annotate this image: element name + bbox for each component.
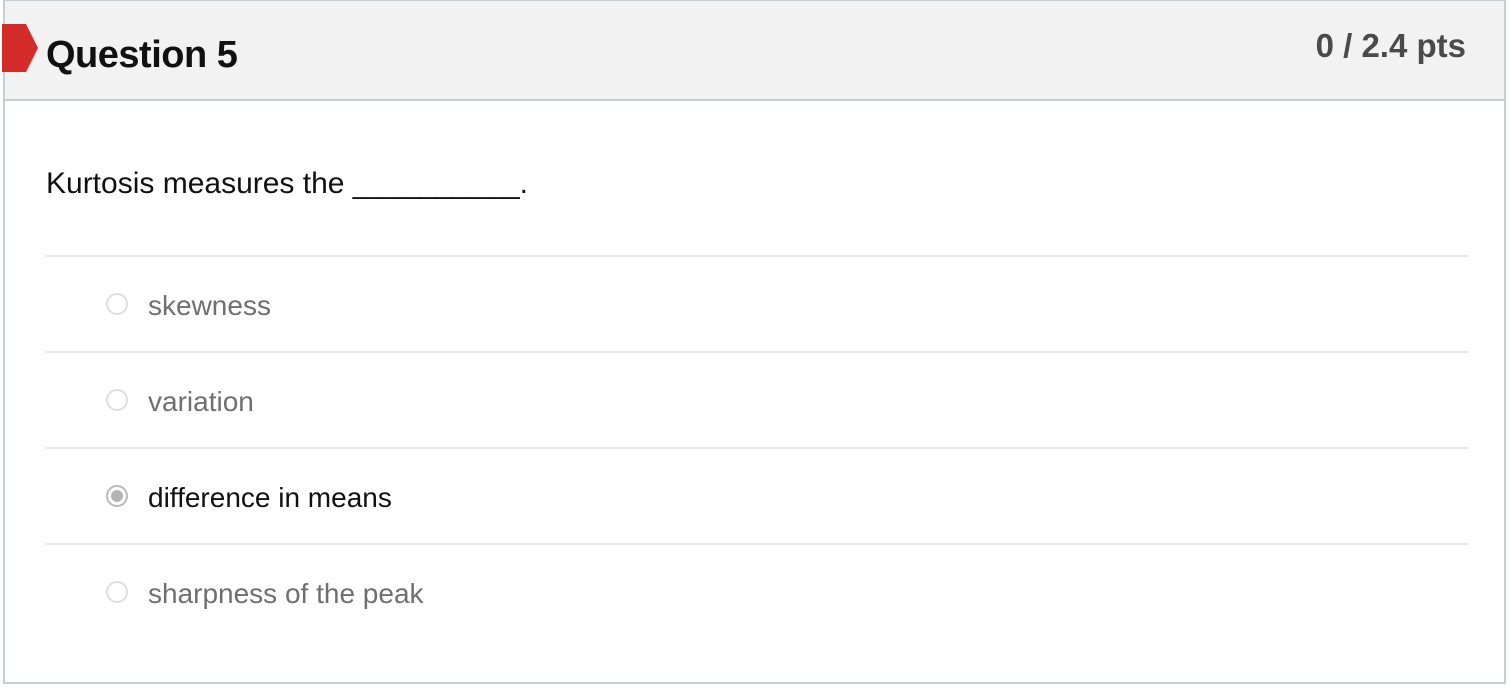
answer-option[interactable]: sharpness of the peak bbox=[46, 543, 1468, 639]
radio-button-selected[interactable] bbox=[106, 485, 128, 507]
answer-label: sharpness of the peak bbox=[148, 578, 424, 609]
incorrect-flag-icon bbox=[2, 24, 38, 72]
answer-label: skewness bbox=[148, 290, 271, 321]
answer-label: difference in means bbox=[148, 482, 392, 513]
radio-button[interactable] bbox=[106, 389, 128, 411]
answer-option[interactable]: variation bbox=[46, 351, 1468, 447]
question-points: 0 / 2.4 pts bbox=[1315, 27, 1466, 64]
radio-button[interactable] bbox=[106, 581, 128, 603]
question-title: Question 5 bbox=[46, 34, 238, 76]
question-text: Kurtosis measures the __________. bbox=[46, 167, 528, 200]
radio-button[interactable] bbox=[106, 293, 128, 315]
answer-option-selected[interactable]: difference in means bbox=[46, 447, 1468, 543]
question-header: Question 5 0 / 2.4 pts bbox=[2, 1, 1504, 101]
answer-label: variation bbox=[148, 386, 254, 417]
answer-option[interactable]: skewness bbox=[46, 255, 1468, 351]
question-card: Question 5 0 / 2.4 pts Kurtosis measures… bbox=[2, 0, 1506, 684]
answer-list: skewness variation difference in means s… bbox=[46, 255, 1468, 639]
